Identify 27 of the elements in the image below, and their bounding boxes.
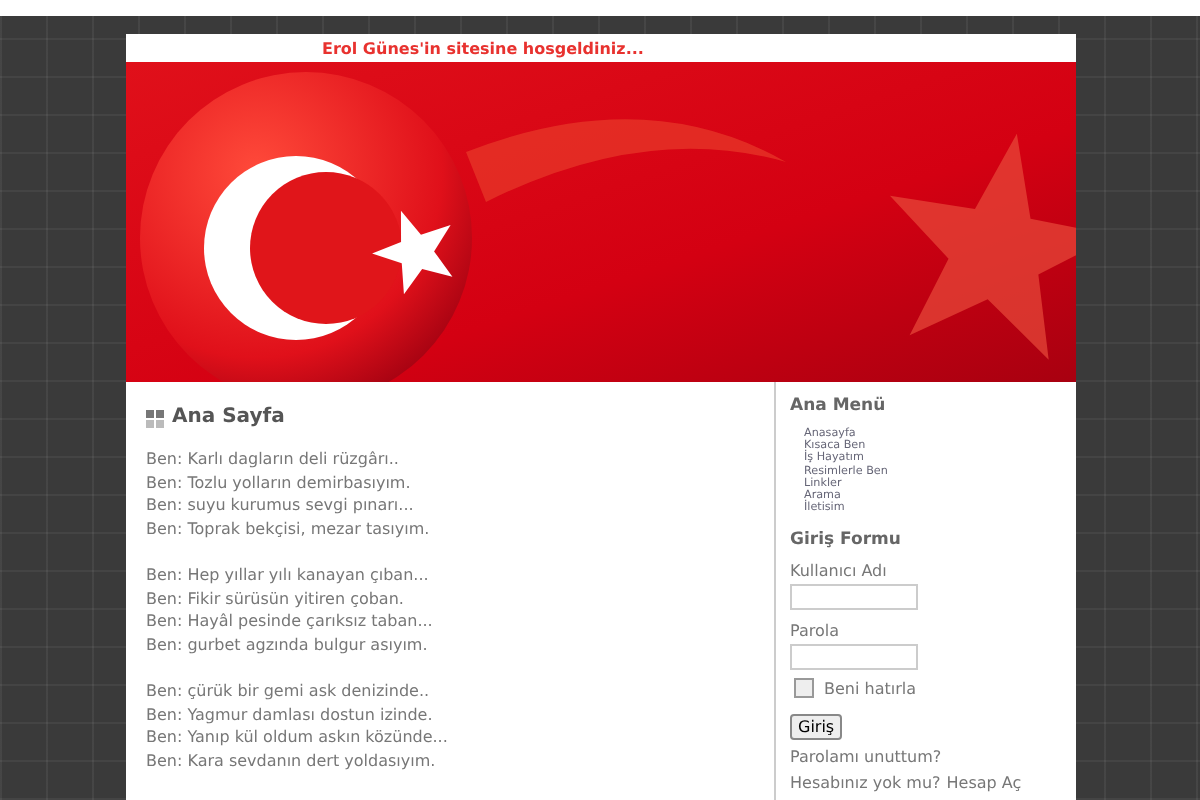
input-field[interactable] [790, 644, 918, 671]
page-title: Ana Sayfa [172, 406, 285, 428]
poem-line: Ben: Yagmur damlası dostun izinde. [146, 703, 435, 726]
welcome-heading: Erol Günes'in sitesine hosgeldiniz... [320, 37, 646, 62]
register-link[interactable]: Hesap Aç [946, 774, 1022, 793]
checkbox-label: Beni hatırla [824, 679, 916, 698]
forgot-password-link[interactable]: Parolamı unuttum? [790, 748, 942, 767]
poem-line: Ben: Hayâl pesinde çarıksız taban... [146, 610, 435, 633]
poem-line: Ben: Kara sevdanın dert yoldasıyım. [146, 749, 438, 772]
poem-line: Ben: suyu kurumus sevgi pınarı... [146, 494, 416, 517]
poem-line: Ben: Karlı dagların deli rüzgârı.. [146, 448, 401, 471]
remember-checkbox[interactable] [794, 678, 814, 699]
poem-line: Ben: gurbet agzında bulgur asıyım. [146, 633, 430, 656]
login-heading: Giriş Formu [790, 530, 903, 551]
login-button[interactable]: Giriş [790, 714, 843, 741]
poem-line: Ben: Toprak bekçisi, mezar tasıyım. [146, 517, 432, 540]
field-label: Parola [790, 622, 841, 641]
field-label: Kullanıcı Adı [790, 562, 889, 581]
poem-line: Ben: Fikir sürüsün yitiren çoban. [146, 587, 406, 610]
poem-line: Ben: çürük bir gemi ask denizinde.. [146, 680, 432, 703]
poem-line: Ben: Hep yıllar yılı kanayan çıban... [146, 564, 431, 587]
register-prompt: Hesabınız yok mu? [790, 774, 941, 793]
poem-line: Ben: Yanıp kül oldum askın közünde... [146, 726, 450, 749]
menu-heading: Ana Menü [790, 396, 888, 416]
grid-icon [146, 410, 164, 428]
input-field[interactable] [790, 584, 918, 611]
poem-line: Ben: Tozlu yolların demirbasıyım. [146, 471, 413, 494]
